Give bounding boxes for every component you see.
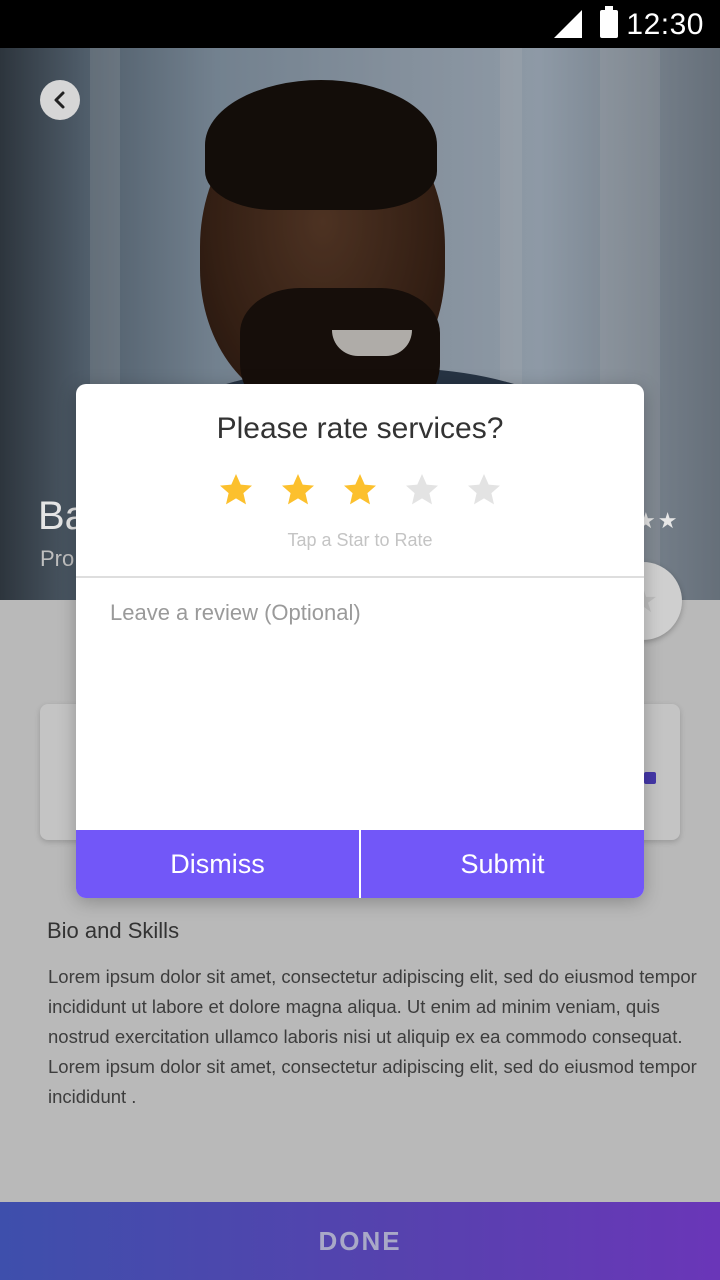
profile-subtitle: Pro bbox=[40, 546, 75, 571]
chevron-left-icon bbox=[54, 91, 65, 109]
status-time: 12:30 bbox=[626, 8, 704, 41]
rating-dialog: Please rate services? Tap a Star to Rate… bbox=[76, 384, 644, 898]
dismiss-button[interactable]: Dismiss bbox=[76, 830, 359, 898]
done-label: DONE bbox=[318, 1225, 402, 1256]
star-5-icon[interactable] bbox=[464, 470, 504, 510]
star-2-icon[interactable] bbox=[278, 470, 318, 510]
signal-icon bbox=[554, 10, 582, 38]
dialog-title: Please rate services? bbox=[216, 412, 504, 445]
bio-text: Lorem ipsum dolor sit amet, consectetur … bbox=[48, 966, 697, 1107]
star-4-icon[interactable] bbox=[402, 470, 442, 510]
star-1-icon[interactable] bbox=[216, 470, 256, 510]
status-bar: 12:30 bbox=[0, 0, 720, 48]
dialog-actions: Dismiss Submit bbox=[76, 830, 644, 898]
star-3-icon[interactable] bbox=[340, 470, 380, 510]
battery-icon bbox=[600, 6, 618, 38]
submit-button[interactable]: Submit bbox=[361, 830, 644, 898]
review-input[interactable] bbox=[76, 578, 644, 830]
done-button[interactable]: DONE bbox=[0, 1202, 720, 1280]
star-rating bbox=[216, 470, 516, 514]
back-button[interactable] bbox=[40, 80, 80, 120]
rating-hint: Tap a Star to Rate bbox=[287, 530, 433, 550]
card-accent-icon bbox=[644, 772, 656, 784]
bio-title: Bio and Skills bbox=[47, 918, 180, 943]
